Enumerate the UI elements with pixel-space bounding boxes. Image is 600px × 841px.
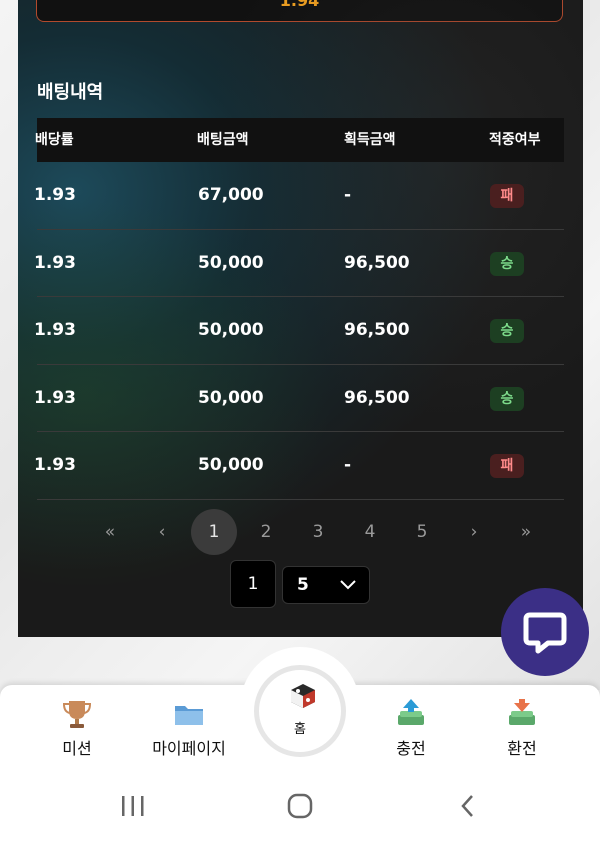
page-button-3[interactable]: 3 <box>295 509 341 555</box>
table-row: 1.93 50,000 96,500 승 <box>34 365 564 432</box>
header-result: 적중여부 <box>489 132 541 148</box>
nav-withdraw[interactable]: 환전 <box>480 685 564 771</box>
home-logo-icon <box>291 684 315 708</box>
cell-odds: 1.93 <box>34 387 76 408</box>
cell-payout: 96,500 <box>344 320 410 340</box>
cell-payout: 96,500 <box>344 387 410 408</box>
deposit-money-icon <box>398 699 424 725</box>
cell-bet: 50,000 <box>198 252 264 273</box>
cell-odds: 1.93 <box>34 320 76 340</box>
table-row: 1.93 50,000 96,500 승 <box>34 230 564 297</box>
odds-box: 1.94 <box>36 0 563 22</box>
chat-button[interactable] <box>501 588 589 676</box>
last-page-button[interactable]: » <box>503 509 549 555</box>
result-badge: 승 <box>490 251 524 276</box>
nav-home-label: 홈 <box>294 722 306 737</box>
home-system-icon[interactable] <box>285 793 315 819</box>
folder-icon <box>175 706 203 725</box>
cell-bet: 67,000 <box>198 185 264 205</box>
result-badge: 패 <box>490 454 524 478</box>
cell-odds: 1.93 <box>34 185 76 205</box>
page-number-input[interactable]: 1 <box>230 560 276 608</box>
table-row: 1.93 67,000 - 패 <box>34 162 564 230</box>
home-button[interactable]: 홈 <box>254 665 346 757</box>
page-size-select[interactable]: 5 <box>282 566 370 604</box>
cell-bet: 50,000 <box>198 387 264 408</box>
trophy-icon <box>62 701 92 728</box>
nav-deposit-label: 충전 <box>396 739 426 758</box>
page-button-2[interactable]: 2 <box>243 509 289 555</box>
nav-mission[interactable]: 미션 <box>35 685 119 771</box>
page-controls: 1 5 <box>0 560 600 608</box>
nav-deposit[interactable]: 충전 <box>369 685 453 771</box>
section-title: 배팅내역 <box>37 82 104 103</box>
table-row: 1.93 50,000 - 패 <box>34 432 564 500</box>
page-button-5[interactable]: 5 <box>399 509 445 555</box>
first-page-button[interactable]: « <box>87 509 133 555</box>
chevron-down-icon <box>339 567 357 603</box>
withdraw-money-icon <box>509 699 535 725</box>
system-nav-bar <box>0 771 600 841</box>
back-icon[interactable] <box>453 793 483 819</box>
cell-odds: 1.93 <box>34 252 76 273</box>
bet-rows: 1.93 67,000 - 패 1.93 50,000 96,500 승 1.9… <box>34 162 564 500</box>
cell-bet: 50,000 <box>198 455 264 475</box>
page-size-value: 5 <box>297 575 309 595</box>
cell-payout: - <box>344 185 352 205</box>
recent-apps-icon[interactable] <box>118 793 148 819</box>
page-button-1[interactable]: 1 <box>191 509 237 555</box>
pagination: « ‹ 1 2 3 4 5 › » <box>36 507 583 557</box>
bet-history-panel: 1.94 배팅내역 배당률 배팅금액 획득금액 적중여부 1.93 67,000… <box>18 0 583 637</box>
nav-home[interactable]: 홈 <box>240 647 360 771</box>
top-odds-value: 1.94 <box>279 0 320 10</box>
nav-mypage-label: 마이페이지 <box>152 739 226 758</box>
prev-page-button[interactable]: ‹ <box>139 509 185 555</box>
nav-mypage[interactable]: 마이페이지 <box>145 685 233 771</box>
header-odds: 배당률 <box>35 132 74 148</box>
header-payout: 획득금액 <box>344 132 396 148</box>
result-badge: 승 <box>490 386 524 411</box>
page-button-4[interactable]: 4 <box>347 509 393 555</box>
nav-withdraw-label: 환전 <box>507 739 537 758</box>
table-header: 배당률 배팅금액 획득금액 적중여부 <box>35 118 564 162</box>
nav-mission-label: 미션 <box>62 739 92 758</box>
cell-payout: 96,500 <box>344 252 410 273</box>
cell-payout: - <box>344 455 352 475</box>
next-page-button[interactable]: › <box>451 509 497 555</box>
chat-bubble-icon <box>523 612 567 654</box>
result-badge: 패 <box>490 184 524 208</box>
cell-bet: 50,000 <box>198 320 264 340</box>
table-row: 1.93 50,000 96,500 승 <box>34 297 564 365</box>
cell-odds: 1.93 <box>34 455 76 475</box>
header-bet-amount: 배팅금액 <box>197 132 249 148</box>
result-badge: 승 <box>490 319 524 343</box>
